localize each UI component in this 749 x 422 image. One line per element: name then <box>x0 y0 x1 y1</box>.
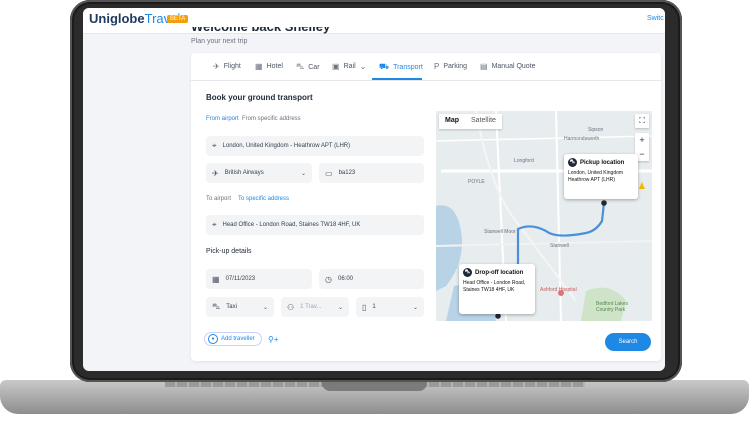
date-value: 07/11/2023 <box>225 276 256 282</box>
time-field[interactable]: ◷ 06:00 <box>319 269 424 289</box>
flight-number-value: ba123 <box>338 170 356 176</box>
map-label: Stanwell <box>550 243 569 249</box>
dropoff-info-popup: ⛍ Drop-off location Head Office - London … <box>459 264 535 314</box>
flight-number-field[interactable]: ▭ ba123 <box>319 163 424 183</box>
from-address-option[interactable]: From specific address <box>242 116 301 122</box>
logo-text-main: Uniglobe <box>89 11 145 26</box>
bus-icon: ⛟ <box>379 62 390 71</box>
street-view-pegman-icon[interactable]: ♟ <box>638 181 646 192</box>
zoom-in-button[interactable]: + <box>635 133 649 147</box>
tab-label: Flight <box>223 63 241 70</box>
top-navbar: UniglobeTravel BETA Switc <box>83 8 665 34</box>
app-screen: UniglobeTravel BETA Switc Welcome back S… <box>83 8 665 371</box>
dropoff-location-value: Head Office - London Road, Staines TW18 … <box>222 222 361 228</box>
plane-icon: ✈ <box>213 62 220 71</box>
tab-transport[interactable]: ⛟ Transport <box>379 62 423 72</box>
laptop-notch <box>322 381 427 391</box>
dropoff-popup-title: Drop-off location <box>475 269 524 276</box>
switch-link[interactable]: Switc <box>647 15 664 22</box>
page-subtitle: Plan your next trip <box>191 38 248 45</box>
user-icon: ● <box>208 334 218 344</box>
chevron-down-icon: ⌄ <box>337 304 343 311</box>
luggage-select[interactable]: ▯ 1 ⌄ <box>356 297 424 317</box>
luggage-icon: ▯ <box>362 302 367 312</box>
train-icon: ▣ <box>332 62 340 71</box>
tab-label: Car <box>308 63 320 71</box>
map-type-toggle: Map Satellite <box>439 114 502 129</box>
chevron-down-icon: ⌄ <box>412 304 418 311</box>
airline-value: British Airways <box>224 170 264 176</box>
to-address-option[interactable]: To specific address <box>238 196 289 202</box>
pickup-location-field[interactable]: ⌖ London, United Kingdom - Heathrow APT … <box>206 136 424 156</box>
map-tab-satellite[interactable]: Satellite <box>465 114 502 129</box>
calendar-icon: ▦ <box>212 274 220 284</box>
pickup-popup-title: Pickup location <box>580 159 625 166</box>
people-icon: ⚇ <box>287 302 295 312</box>
travellers-placeholder: 1 Trav... <box>300 304 322 310</box>
tab-label: Manual Quote <box>491 63 536 70</box>
booking-card: ✈ Flight ▦ Hotel ⛍ Car ▣ Rail ⌄ ⛟ Transport PP… <box>191 53 661 361</box>
from-airport-option[interactable]: From airport <box>206 116 239 122</box>
pickup-location-value: London, United Kingdom - Heathrow APT (L… <box>222 143 351 149</box>
add-user-icon[interactable]: ⚲+ <box>268 335 279 344</box>
pickup-popup-address: London, United Kingdom Heathrow APT (LHR… <box>568 170 624 183</box>
map-label: Harmondsworth <box>564 136 600 142</box>
tab-rail[interactable]: ▣ Rail ⌄ <box>332 62 366 71</box>
luggage-value: 1 <box>372 304 376 310</box>
date-field[interactable]: ▦ 07/11/2023 <box>206 269 312 289</box>
tab-label: Hotel <box>266 63 283 70</box>
search-button[interactable]: Search <box>605 333 651 351</box>
ticket-icon: ▭ <box>325 168 333 178</box>
pickup-details-heading: Pick-up details <box>206 248 252 255</box>
document-icon: ▤ <box>480 62 488 71</box>
form-title: Book your ground transport <box>206 93 313 102</box>
route-map[interactable]: Map Satellite ⛶ + − ♟ Harmondsworth Sips… <box>436 111 652 321</box>
tab-manual-quote[interactable]: ▤ Manual Quote <box>480 62 536 71</box>
tab-label: Transport <box>393 63 423 71</box>
add-traveller-label: Add traveller <box>221 336 255 342</box>
pickup-info-popup: ⛍ Pickup location London, United Kingdom … <box>564 154 638 199</box>
airline-select[interactable]: ✈ British Airways ⌄ <box>206 163 312 183</box>
vehicle-select[interactable]: ⛍ Taxi ⌄ <box>206 297 274 317</box>
parking-icon: P <box>434 62 440 71</box>
map-tab-map[interactable]: Map <box>439 114 465 129</box>
add-traveller-button[interactable]: ● Add traveller <box>204 332 262 346</box>
beta-badge: BETA <box>167 15 189 23</box>
car-icon: ⛍ <box>212 302 221 311</box>
tab-label: Rail <box>343 63 356 70</box>
map-label: Ashford Hospital <box>540 287 577 293</box>
chevron-down-icon: ⌄ <box>359 62 367 71</box>
map-label: Sipson <box>588 127 604 133</box>
to-airport-option[interactable]: To airport <box>206 196 231 202</box>
hotel-icon: ▦ <box>255 62 263 71</box>
tab-parking[interactable]: P Parking <box>434 62 467 71</box>
tab-label: Parking <box>443 63 468 70</box>
taxi-icon: ⛍ <box>568 158 577 167</box>
active-tab-indicator <box>372 78 422 80</box>
location-pin-icon: ⌖ <box>212 141 217 150</box>
map-label: Bedfont Lakes Country Park <box>596 301 628 313</box>
dropoff-popup-address: Head Office - London Road, Staines TW18 … <box>463 280 526 293</box>
map-label: Longford <box>514 158 534 164</box>
taxi-icon: ⛍ <box>463 268 472 277</box>
map-label: POYLE <box>468 179 485 185</box>
clock-icon: ◷ <box>325 274 332 284</box>
booking-tabs: ✈ Flight ▦ Hotel ⛍ Car ▣ Rail ⌄ ⛟ Transport PP… <box>191 53 661 81</box>
airline-icon: ✈ <box>212 168 219 178</box>
tab-car[interactable]: ⛍ Car <box>296 62 320 72</box>
time-value: 06:00 <box>337 276 353 282</box>
tab-hotel[interactable]: ▦ Hotel <box>255 62 283 71</box>
dropoff-location-field[interactable]: ⌖ Head Office - London Road, Staines TW1… <box>206 215 424 235</box>
car-icon: ⛍ <box>296 62 305 71</box>
travellers-select[interactable]: ⚇ 1 Trav... ⌄ <box>281 297 349 317</box>
map-label: Stanwell Moor <box>484 229 516 235</box>
chevron-down-icon: ⌄ <box>262 304 268 311</box>
chevron-down-icon: ⌄ <box>300 170 306 177</box>
fullscreen-icon[interactable]: ⛶ <box>635 114 649 128</box>
tab-flight[interactable]: ✈ Flight <box>213 62 241 71</box>
vehicle-value: Taxi <box>226 304 237 310</box>
location-pin-icon: ⌖ <box>212 220 217 229</box>
